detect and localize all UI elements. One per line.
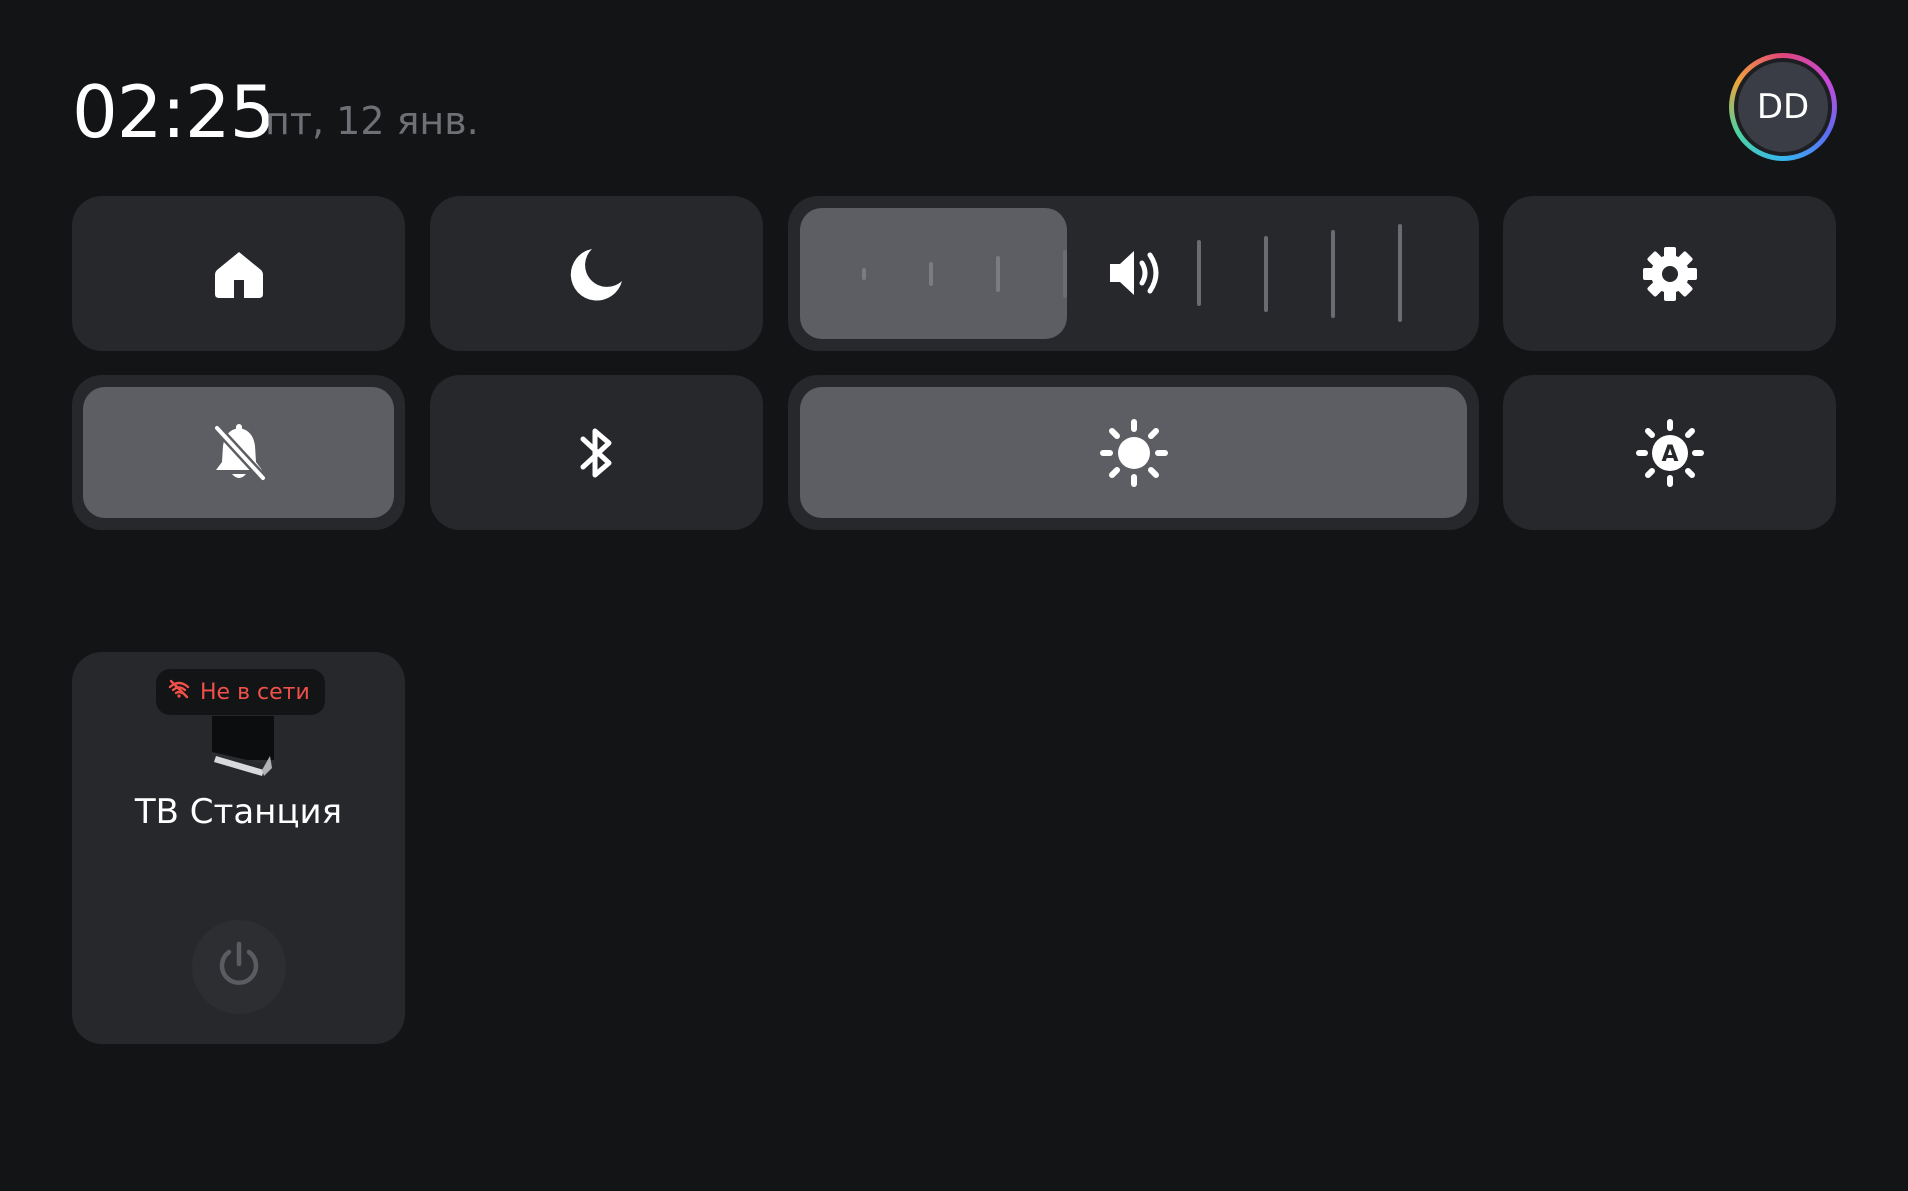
device-card-tv-station[interactable]: Не в сети ТВ Станция <box>72 652 405 1044</box>
volume-tick <box>996 256 1000 292</box>
device-name: ТВ Станция <box>134 792 343 832</box>
device-power-button[interactable] <box>192 920 286 1014</box>
brightness-slider[interactable] <box>788 375 1479 530</box>
clock-time: 02:25 <box>72 70 275 154</box>
tv-device-image <box>200 716 278 782</box>
bluetooth-icon <box>575 423 619 483</box>
volume-tick <box>1331 230 1335 318</box>
user-avatar[interactable]: DD <box>1729 53 1837 161</box>
sun-icon <box>1099 418 1169 488</box>
moon-icon <box>568 245 626 303</box>
avatar-frame: DD <box>1734 58 1832 156</box>
settings-button[interactable] <box>1503 196 1836 351</box>
do-not-disturb-button[interactable] <box>72 375 405 530</box>
quick-settings-screen: 02:25 пт, 12 янв. DD A Не в сети ТВ Стан… <box>0 0 1908 1191</box>
gear-icon <box>1641 245 1699 303</box>
volume-slider-fill <box>800 208 1067 339</box>
volume-tick <box>1063 250 1067 298</box>
home-button[interactable] <box>72 196 405 351</box>
avatar-initials: DD <box>1738 62 1828 152</box>
wifi-off-icon <box>168 679 190 705</box>
power-icon <box>215 940 263 994</box>
auto-brightness-icon: A <box>1635 418 1705 488</box>
clock-date: пт, 12 янв. <box>265 99 479 143</box>
auto-brightness-button[interactable]: A <box>1503 375 1836 530</box>
volume-tick <box>1398 224 1402 322</box>
do-not-disturb-active <box>83 387 394 518</box>
volume-tick <box>862 268 866 280</box>
bell-off-icon <box>209 422 269 484</box>
offline-status-badge: Не в сети <box>156 669 325 715</box>
home-icon <box>211 246 267 302</box>
volume-tick <box>929 262 933 286</box>
night-mode-button[interactable] <box>430 196 763 351</box>
speaker-icon <box>1106 245 1168 305</box>
auto-brightness-glyph: A <box>1661 442 1678 467</box>
volume-tick <box>1264 236 1268 312</box>
bluetooth-button[interactable] <box>430 375 763 530</box>
device-status-text: Не в сети <box>200 679 310 705</box>
volume-tick <box>1197 240 1201 306</box>
